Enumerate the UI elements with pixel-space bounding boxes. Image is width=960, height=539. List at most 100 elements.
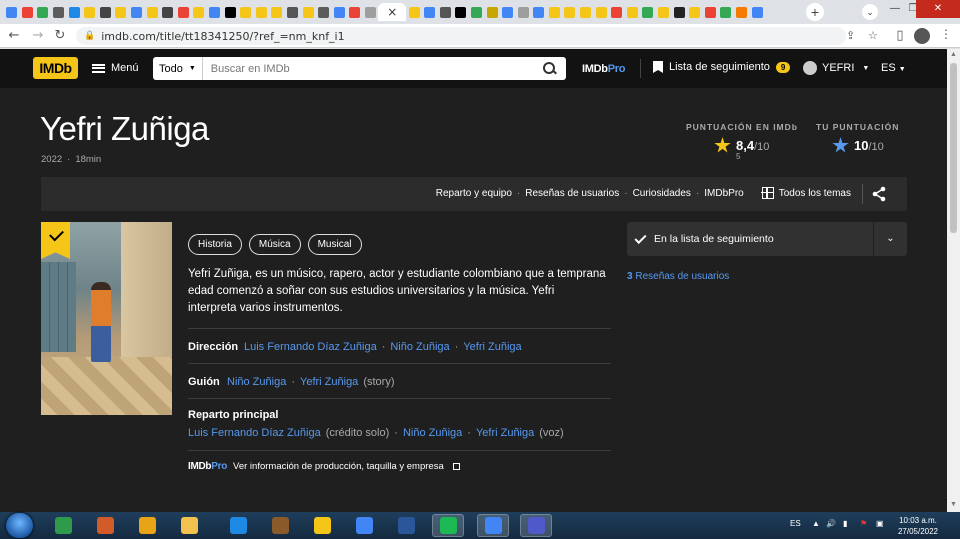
notification-icon[interactable]: ▣ [876, 519, 884, 528]
all-topics-button[interactable]: Todos los temas [761, 186, 851, 199]
close-tab-icon[interactable]: × [387, 5, 397, 19]
browser-tab[interactable] [484, 3, 500, 21]
writer-link[interactable]: Niño Zuñiga [227, 376, 286, 388]
browser-tab[interactable] [593, 3, 609, 21]
sidepanel-icon[interactable]: ▯ [892, 28, 908, 44]
browser-tab[interactable] [316, 3, 332, 21]
browser-tab[interactable] [515, 3, 531, 21]
browser-tab[interactable] [254, 3, 270, 21]
close-window-icon[interactable]: ✕ [916, 0, 960, 18]
browser-tab[interactable] [82, 3, 98, 21]
browser-tab[interactable] [113, 3, 129, 21]
tab-search-icon[interactable]: ⌄ [862, 4, 878, 20]
browser-tab[interactable] [238, 3, 254, 21]
cast-link[interactable]: Niño Zuñiga [403, 427, 462, 439]
genre-chip[interactable]: Música [248, 234, 301, 255]
taskbar-app-icon[interactable] [348, 514, 380, 537]
browser-tab[interactable] [191, 3, 207, 21]
taskbar-app-icon[interactable] [264, 514, 296, 537]
user-reviews-link[interactable]: 3 Reseñas de usuarios [627, 271, 729, 282]
profile-avatar[interactable] [914, 28, 930, 44]
browser-tab[interactable] [562, 3, 578, 21]
show-hidden-icons-icon[interactable]: ▲ [812, 519, 820, 528]
browser-tab[interactable] [363, 3, 379, 21]
volume-icon[interactable]: 🔊 [826, 519, 836, 528]
director-link[interactable]: Niño Zuñiga [390, 341, 449, 353]
browser-tab[interactable] [640, 3, 656, 21]
subnav-cast-crew[interactable]: Reparto y equipo [436, 188, 512, 199]
browser-tab[interactable] [285, 3, 301, 21]
watchlist-link[interactable]: Lista de seguimiento 9 [653, 61, 791, 73]
taskbar-app-icon[interactable] [432, 514, 464, 537]
search-icon[interactable] [540, 59, 560, 79]
imdb-rating[interactable]: 8,4/10 5 [714, 137, 769, 161]
taskbar-app-icon[interactable] [173, 514, 205, 537]
scroll-up-icon[interactable]: ▲ [950, 51, 957, 58]
browser-tab[interactable] [207, 3, 223, 21]
browser-tab[interactable] [500, 3, 516, 21]
browser-tab[interactable] [144, 3, 160, 21]
taskbar-app-icon[interactable] [306, 514, 338, 537]
reload-icon[interactable]: ↻ [52, 28, 68, 44]
browser-tab[interactable] [4, 3, 20, 21]
browser-tab[interactable] [609, 3, 625, 21]
browser-tab[interactable] [625, 3, 641, 21]
imdbpro-info-link[interactable]: IMDbPro Ver información de producción, t… [188, 461, 460, 472]
browser-tab[interactable] [51, 3, 67, 21]
browser-tab[interactable] [176, 3, 192, 21]
subnav-imdbpro[interactable]: IMDbPro [704, 188, 743, 199]
browser-tab[interactable] [671, 3, 687, 21]
share-page-icon[interactable]: ⇪ [846, 29, 855, 42]
browser-menu-icon[interactable]: ⋮ [940, 27, 952, 41]
writer-link[interactable]: Yefri Zuñiga [300, 376, 358, 388]
genre-chip[interactable]: Musical [307, 234, 362, 255]
taskbar-app-icon[interactable] [89, 514, 121, 537]
browser-tab[interactable] [749, 3, 765, 21]
scroll-down-icon[interactable]: ▼ [950, 501, 957, 508]
browser-tab[interactable] [422, 3, 438, 21]
browser-tab[interactable] [347, 3, 363, 21]
cast-link[interactable]: Yefri Zuñiga [476, 427, 534, 439]
browser-tab[interactable] [547, 3, 563, 21]
address-bar[interactable]: 🔒 imdb.com/title/tt18341250/?ref_=nm_knf… [76, 27, 878, 45]
browser-tab[interactable] [469, 3, 485, 21]
input-language[interactable]: ES [790, 519, 801, 528]
browser-tab[interactable] [406, 3, 422, 21]
system-clock[interactable]: 10:03 a.m. 27/05/2022 [888, 515, 948, 537]
back-icon[interactable]: ← [6, 28, 22, 44]
search-category-select[interactable]: Todo ▼ [153, 57, 203, 80]
watchlist-button[interactable]: En la lista de seguimiento [627, 222, 873, 256]
bookmark-star-icon[interactable]: ☆ [868, 29, 878, 42]
browser-tab[interactable] [20, 3, 36, 21]
menu-button[interactable]: Menú [92, 57, 139, 79]
browser-tab[interactable] [578, 3, 594, 21]
start-button-icon[interactable] [6, 513, 33, 538]
imdb-logo[interactable]: IMDb [33, 57, 78, 79]
subnav-user-reviews[interactable]: Reseñas de usuarios [525, 188, 619, 199]
taskbar-app-icon[interactable] [390, 514, 422, 537]
browser-tab[interactable] [35, 3, 51, 21]
language-selector[interactable]: ES ▼ [881, 62, 906, 74]
imdbpro-link[interactable]: IMDbPro [582, 63, 625, 75]
search-input[interactable] [202, 58, 540, 79]
new-tab-button[interactable]: + [806, 3, 824, 21]
user-rating[interactable]: 10/10 [832, 137, 884, 154]
browser-tab[interactable] [222, 3, 238, 21]
browser-tab[interactable] [129, 3, 145, 21]
taskbar-app-icon[interactable] [47, 514, 79, 537]
cast-link[interactable]: Luis Fernando Díaz Zuñiga [188, 427, 321, 439]
browser-tab[interactable] [66, 3, 82, 21]
subnav-trivia[interactable]: Curiosidades [633, 188, 691, 199]
taskbar-app-icon[interactable] [520, 514, 552, 537]
browser-tab[interactable] [160, 3, 176, 21]
browser-tab[interactable] [718, 3, 734, 21]
genre-chip[interactable]: Historia [188, 234, 242, 255]
director-link[interactable]: Yefri Zuñiga [463, 341, 521, 353]
forward-icon[interactable]: → [30, 28, 46, 44]
taskbar-app-icon[interactable] [222, 514, 254, 537]
share-icon[interactable] [871, 186, 887, 202]
page-scrollbar[interactable]: ▲ ▼ [947, 49, 960, 512]
browser-tab[interactable] [531, 3, 547, 21]
browser-tab[interactable] [703, 3, 719, 21]
active-browser-tab[interactable]: × [378, 3, 407, 21]
